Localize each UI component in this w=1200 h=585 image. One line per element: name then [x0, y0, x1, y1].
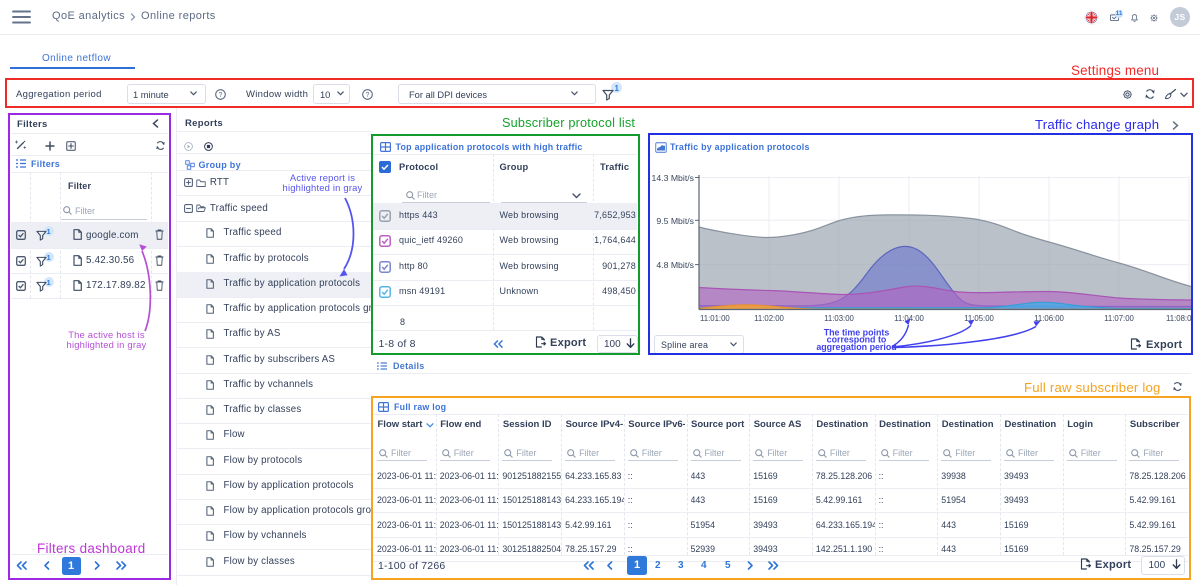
svg-text:?: ? [366, 92, 370, 99]
svg-text:11:02:00: 11:02:00 [754, 314, 784, 323]
svg-text:11:01:00: 11:01:00 [700, 314, 730, 323]
svg-text:11:07:00: 11:07:00 [1104, 314, 1134, 323]
svg-text:4.8 Mbit/s: 4.8 Mbit/s [656, 260, 694, 270]
svg-text:9.5 Mbit/s: 9.5 Mbit/s [656, 216, 694, 226]
svg-text:11:08:00: 11:08:00 [1166, 314, 1191, 323]
svg-text:14.3 Mbit/s: 14.3 Mbit/s [652, 173, 695, 183]
svg-text:?: ? [219, 92, 223, 99]
svg-text:aggregation period: aggregation period [816, 342, 896, 352]
svg-text:11:03:00: 11:03:00 [824, 314, 854, 323]
